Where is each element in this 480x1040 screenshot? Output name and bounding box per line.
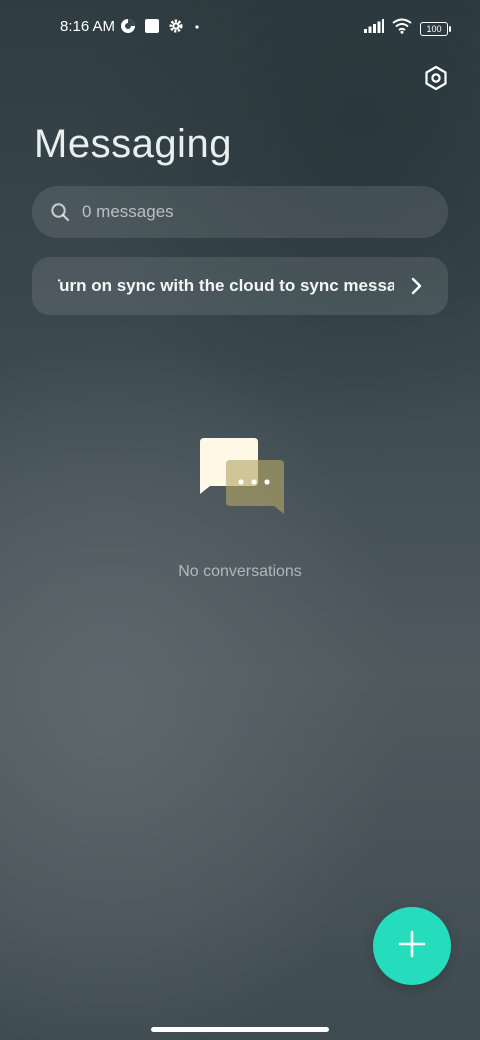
- wifi-icon: [392, 18, 412, 39]
- search-input[interactable]: 0 messages: [82, 202, 174, 222]
- status-time: 8:16 AM: [60, 18, 116, 35]
- status-bar: 8:16 AM 100: [0, 0, 480, 56]
- hexagon-settings-icon: [423, 65, 449, 96]
- battery-icon: 100: [420, 21, 451, 36]
- status-right-icons: 100: [364, 18, 451, 39]
- sync-banner[interactable]: Turn on sync with the cloud to sync mess…: [32, 257, 448, 315]
- signal-icon: [364, 19, 384, 38]
- square-notification-icon: [144, 18, 160, 39]
- empty-conversations-illustration: [196, 436, 286, 518]
- plus-icon: [398, 930, 426, 963]
- chevron-right-icon: [406, 276, 426, 296]
- search-icon: [50, 202, 70, 222]
- status-left-icons: [120, 18, 202, 39]
- home-indicator[interactable]: [151, 1027, 329, 1032]
- search-bar[interactable]: 0 messages: [32, 186, 448, 238]
- dot-icon: [192, 18, 202, 39]
- data-saver-icon: [120, 18, 136, 39]
- page-title: Messaging: [34, 122, 232, 166]
- empty-state-text: No conversations: [178, 563, 302, 580]
- new-conversation-button[interactable]: [373, 907, 451, 985]
- settings-button[interactable]: [420, 64, 452, 96]
- sync-banner-text: Turn on sync with the cloud to sync mess…: [58, 276, 394, 295]
- settings-gear-icon: [168, 18, 184, 39]
